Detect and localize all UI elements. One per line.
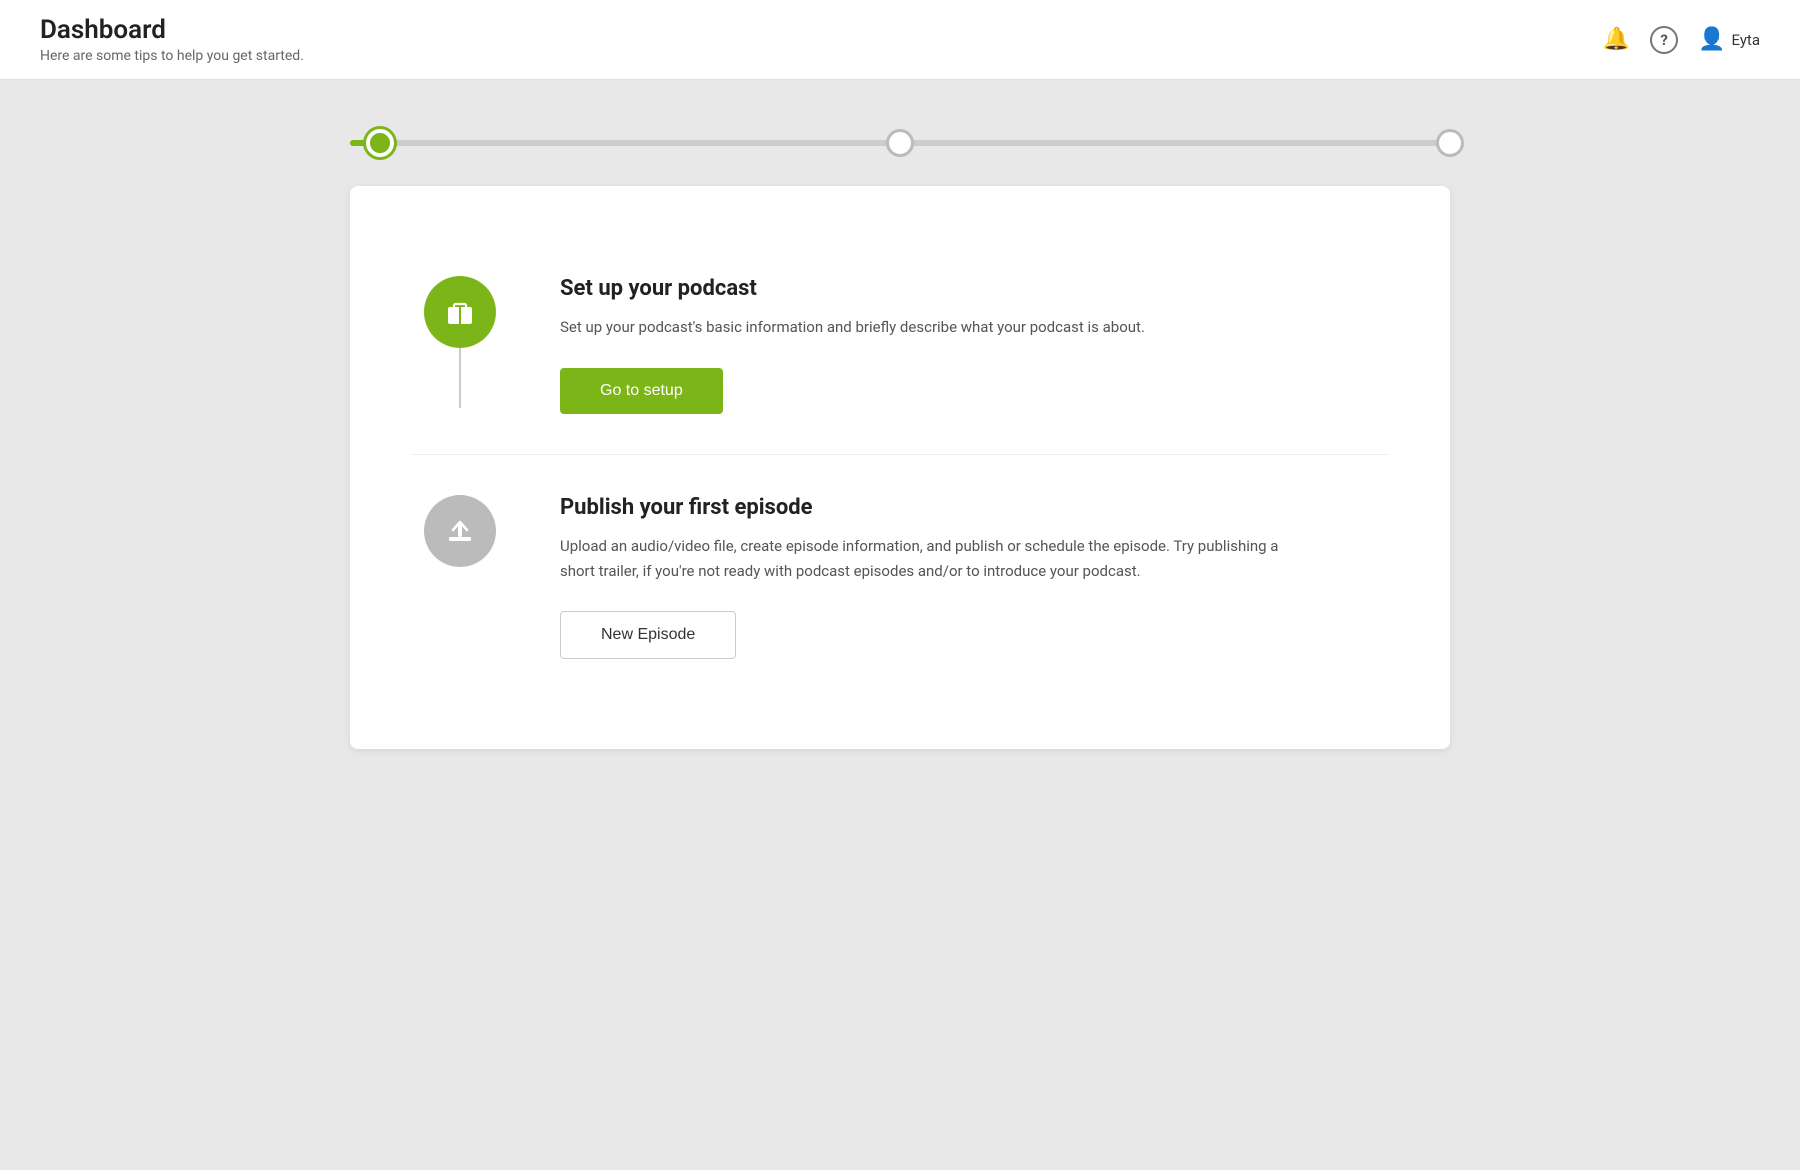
user-name: Eyta [1732, 31, 1761, 49]
step-content-1: Set up your podcast Set up your podcast'… [510, 276, 1390, 414]
step-2-desc: Upload an audio/video file, create episo… [560, 534, 1280, 584]
notification-icon[interactable]: 🔔 [1603, 27, 1630, 52]
step-icon-col-2 [410, 495, 510, 567]
step-1-desc: Set up your podcast's basic information … [560, 315, 1280, 340]
step-2-title: Publish your first episode [560, 495, 1390, 520]
progress-dot-2[interactable] [886, 129, 914, 157]
header-right: 🔔 ? 👤 Eyta [1603, 26, 1760, 54]
step-icon-col-1 [410, 276, 510, 408]
step-content-2: Publish your first episode Upload an aud… [510, 495, 1390, 660]
dashboard-card: Set up your podcast Set up your podcast'… [350, 186, 1450, 749]
publish-episode-icon [424, 495, 496, 567]
briefcase-svg [442, 294, 478, 330]
new-episode-button[interactable]: New Episode [560, 611, 736, 659]
go-to-setup-button[interactable]: Go to setup [560, 368, 723, 414]
page-subtitle: Here are some tips to help you get start… [40, 48, 304, 64]
user-avatar-icon: 👤 [1698, 27, 1725, 52]
header: Dashboard Here are some tips to help you… [0, 0, 1800, 80]
main-content: Set up your podcast Set up your podcast'… [0, 80, 1800, 1170]
podcast-setup-icon [424, 276, 496, 348]
user-menu[interactable]: 👤 Eyta [1698, 27, 1760, 52]
progress-dot-3[interactable] [1436, 129, 1464, 157]
step-row-2: Publish your first episode Upload an aud… [410, 454, 1390, 700]
upload-svg [442, 513, 478, 549]
progress-area [250, 120, 1550, 186]
progress-dot-1[interactable] [366, 129, 394, 157]
progress-track [350, 140, 1450, 146]
page-title: Dashboard [40, 15, 304, 46]
step-1-title: Set up your podcast [560, 276, 1390, 301]
help-icon[interactable]: ? [1650, 26, 1678, 54]
step-connector-1 [459, 348, 461, 408]
header-left: Dashboard Here are some tips to help you… [40, 15, 304, 64]
step-row-1: Set up your podcast Set up your podcast'… [410, 236, 1390, 454]
